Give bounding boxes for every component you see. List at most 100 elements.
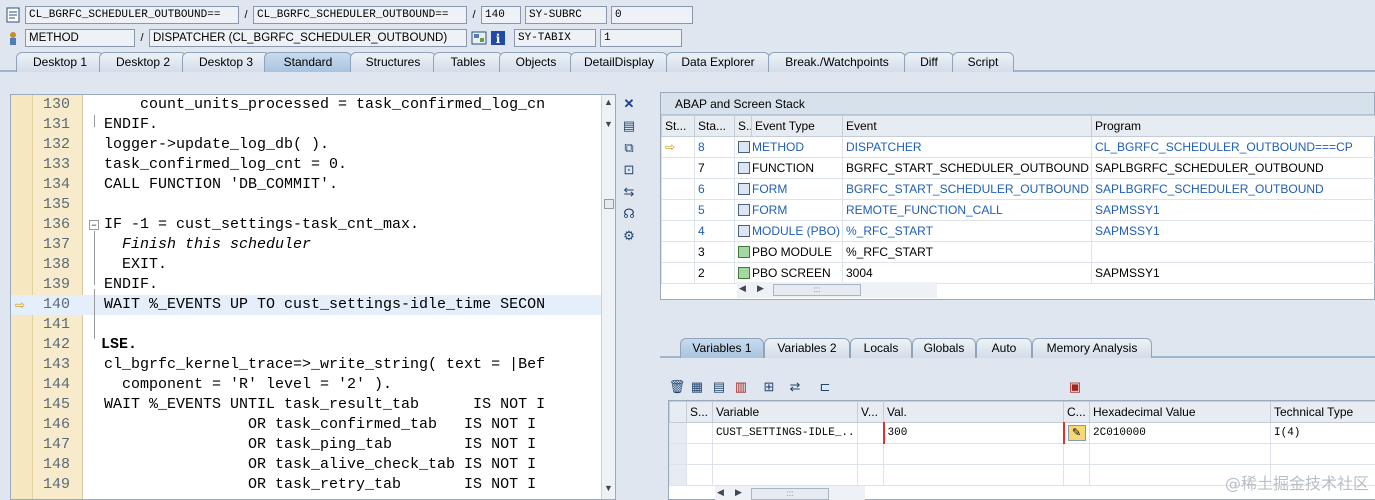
code-line[interactable]: 147 OR task_ping_tab IS NOT I <box>11 435 601 455</box>
table-export-icon[interactable]: ▤ <box>710 378 728 396</box>
stack-row[interactable]: 4 MODULE (PBO) %_RFC_START SAPMSSY1 <box>661 220 1375 242</box>
variable-name-input[interactable]: CUST_SETTINGS-IDLE_... <box>712 422 858 444</box>
column-header[interactable]: Event <box>842 115 1092 137</box>
swap-tool-icon[interactable]: ⇆ <box>621 184 637 200</box>
code-line[interactable]: 137 Finish this scheduler <box>11 235 601 255</box>
tab-diff[interactable]: Diff <box>904 52 954 72</box>
stack-row[interactable]: ⇨ 8 METHOD DISPATCHER CL_BGRFC_SCHEDULER… <box>661 136 1375 158</box>
column-header[interactable]: Val. <box>883 401 1064 423</box>
sysvar-value-field-2[interactable]: 1 <box>600 29 682 47</box>
column-header[interactable]: Hexadecimal Value <box>1089 401 1271 423</box>
edit-pencil-icon[interactable]: ✎ <box>1067 425 1086 441</box>
tab-desktop-1[interactable]: Desktop 1 <box>16 52 104 72</box>
table-save-icon[interactable]: ▥ <box>732 378 750 396</box>
sysvar-name-field-1[interactable]: SY-SUBRC <box>525 6 607 24</box>
scroll-down-icon[interactable]: ▼ <box>604 119 613 129</box>
scroll-left-icon[interactable]: ◀ <box>739 283 746 294</box>
tab-desktop-2[interactable]: Desktop 2 <box>99 52 187 72</box>
tab-variables-1[interactable]: Variables 1 <box>680 338 764 358</box>
hierarchy-icon[interactable]: ⊞ <box>760 378 778 396</box>
scroll-up-icon[interactable]: ▲ <box>604 97 613 107</box>
services-icon[interactable]: ☊ <box>621 206 637 222</box>
table-import-icon[interactable]: ▦ <box>688 378 706 396</box>
code-line[interactable]: 131 ENDIF. <box>11 115 601 135</box>
replace-tool-icon[interactable]: ⧉ <box>621 140 637 156</box>
event-link[interactable]: REMOTE_FUNCTION_CALL <box>842 199 1092 221</box>
line-field[interactable]: 140 <box>481 6 521 24</box>
code-line[interactable]: 144 component = 'R' level = '2' ). <box>11 375 601 395</box>
tab-tables[interactable]: Tables <box>433 52 503 72</box>
tab-objects[interactable]: Objects <box>499 52 573 72</box>
stack-row[interactable]: 3 PBO MODULE %_RFC_START <box>661 241 1375 263</box>
event-kind-field[interactable]: METHOD <box>25 29 135 47</box>
column-header[interactable]: Program <box>1091 115 1375 137</box>
code-line[interactable]: 141 <box>11 315 601 335</box>
column-header[interactable]: C... <box>1063 401 1090 423</box>
tab-variables-2[interactable]: Variables 2 <box>764 338 850 358</box>
code-line[interactable]: 143 cl_bgrfc_kernel_trace=>_write_string… <box>11 355 601 375</box>
column-header[interactable]: Event Type <box>751 115 843 137</box>
tab-detail-display[interactable]: DetailDisplay <box>570 52 668 72</box>
program-field[interactable]: CL_BGRFC_SCHEDULER_OUTBOUND== <box>25 6 239 24</box>
tab-auto[interactable]: Auto <box>976 338 1032 358</box>
tab-structures[interactable]: Structures <box>350 52 436 72</box>
code-line[interactable]: 146 OR task_confirmed_tab IS NOT I <box>11 415 601 435</box>
program-link[interactable]: SAPMSSY1 <box>1091 199 1375 221</box>
variable-value-input[interactable]: 300 <box>882 422 1065 444</box>
code-line[interactable]: 142 LSE. <box>11 335 601 355</box>
stack-row[interactable]: 7 FUNCTION BGRFC_START_SCHEDULER_OUTBOUN… <box>661 157 1375 179</box>
tab-globals[interactable]: Globals <box>912 338 976 358</box>
stack-row[interactable]: 5 FORM REMOTE_FUNCTION_CALL SAPMSSY1 <box>661 199 1375 221</box>
tab-locals[interactable]: Locals <box>850 338 912 358</box>
code-line[interactable]: 134 CALL FUNCTION 'DB_COMMIT'. <box>11 175 601 195</box>
info-icon[interactable]: i <box>490 30 506 46</box>
code-line[interactable]: 148 OR task_alive_check_tab IS NOT I <box>11 455 601 475</box>
tab-break-watchpoints[interactable]: Break./Watchpoints <box>768 52 906 72</box>
variable-row-empty[interactable] <box>669 443 1375 465</box>
code-line[interactable]: 130 count_units_processed = task_confirm… <box>11 95 601 115</box>
column-header[interactable]: St... <box>661 115 695 137</box>
column-header[interactable]: V... <box>857 401 884 423</box>
new-tool-icon[interactable]: ▤ <box>621 118 637 134</box>
save-icon[interactable]: ▣ <box>1066 378 1084 396</box>
maximize-icon[interactable]: ⊡ <box>621 162 637 178</box>
sysvar-value-field-1[interactable]: 0 <box>611 6 693 24</box>
stack-horizontal-scrollbar[interactable]: ◀ ▶ ::: <box>737 282 937 298</box>
stack-row[interactable]: 6 FORM BGRFC_START_SCHEDULER_OUTBOUND SA… <box>661 178 1375 200</box>
event-name-field[interactable]: DISPATCHER (CL_BGRFC_SCHEDULER_OUTBOUND) <box>149 29 467 47</box>
program-link[interactable]: SAPLBGRFC_SCHEDULER_OUTBOUND <box>1091 178 1375 200</box>
fold-toggle-icon[interactable]: − <box>89 220 99 230</box>
code-line[interactable]: 133 task_confirmed_log_cnt = 0. <box>11 155 601 175</box>
scroll-down-icon[interactable]: ▼ <box>604 483 613 493</box>
scroll-left-icon[interactable]: ◀ <box>717 487 724 498</box>
column-header[interactable]: Variable <box>712 401 858 423</box>
scroll-thumb[interactable]: ::: <box>751 488 829 500</box>
column-header[interactable]: Sta... <box>694 115 735 137</box>
scroll-thumb[interactable] <box>604 199 614 209</box>
column-header[interactable]: Technical Type <box>1270 401 1375 423</box>
variables-horizontal-scrollbar[interactable]: ◀ ▶ ::: <box>715 486 865 500</box>
navigate-icon[interactable]: ⇄ <box>786 378 804 396</box>
scroll-right-icon[interactable]: ▶ <box>735 487 742 498</box>
tab-data-explorer[interactable]: Data Explorer <box>666 52 770 72</box>
column-header[interactable]: S... <box>734 115 752 137</box>
code-line[interactable]: 149 OR task_retry_tab IS NOT I <box>11 475 601 495</box>
stack-row[interactable]: 2 PBO SCREEN 3004 SAPMSSY1 <box>661 262 1375 284</box>
tab-memory-analysis[interactable]: Memory Analysis <box>1032 338 1152 358</box>
settings-icon[interactable]: ⚙ <box>621 228 637 244</box>
program-link[interactable]: SAPMSSY1 <box>1091 220 1375 242</box>
open-folder-icon[interactable]: ⊏ <box>816 378 834 396</box>
scroll-thumb[interactable]: ::: <box>773 284 861 296</box>
code-line[interactable]: 138 EXIT. <box>11 255 601 275</box>
variable-row[interactable]: CUST_SETTINGS-IDLE_... 300 ✎ 2C010000 I(… <box>669 422 1375 444</box>
scroll-right-icon[interactable]: ▶ <box>757 283 764 294</box>
column-header[interactable]: S... <box>686 401 713 423</box>
code-line[interactable]: 139 ENDIF. <box>11 275 601 295</box>
editor-vertical-scrollbar[interactable]: ▲ ▼ ▼ <box>601 95 615 499</box>
tab-desktop-3[interactable]: Desktop 3 <box>182 52 270 72</box>
code-line[interactable]: 136 IF -1 = cust_settings-task_cnt_max. <box>11 215 601 235</box>
event-link[interactable]: BGRFC_START_SCHEDULER_OUTBOUND <box>842 178 1092 200</box>
event-link[interactable]: DISPATCHER <box>842 136 1092 158</box>
program-link[interactable]: CL_BGRFC_SCHEDULER_OUTBOUND===CP <box>1091 136 1375 158</box>
display-source-icon[interactable] <box>471 30 487 46</box>
